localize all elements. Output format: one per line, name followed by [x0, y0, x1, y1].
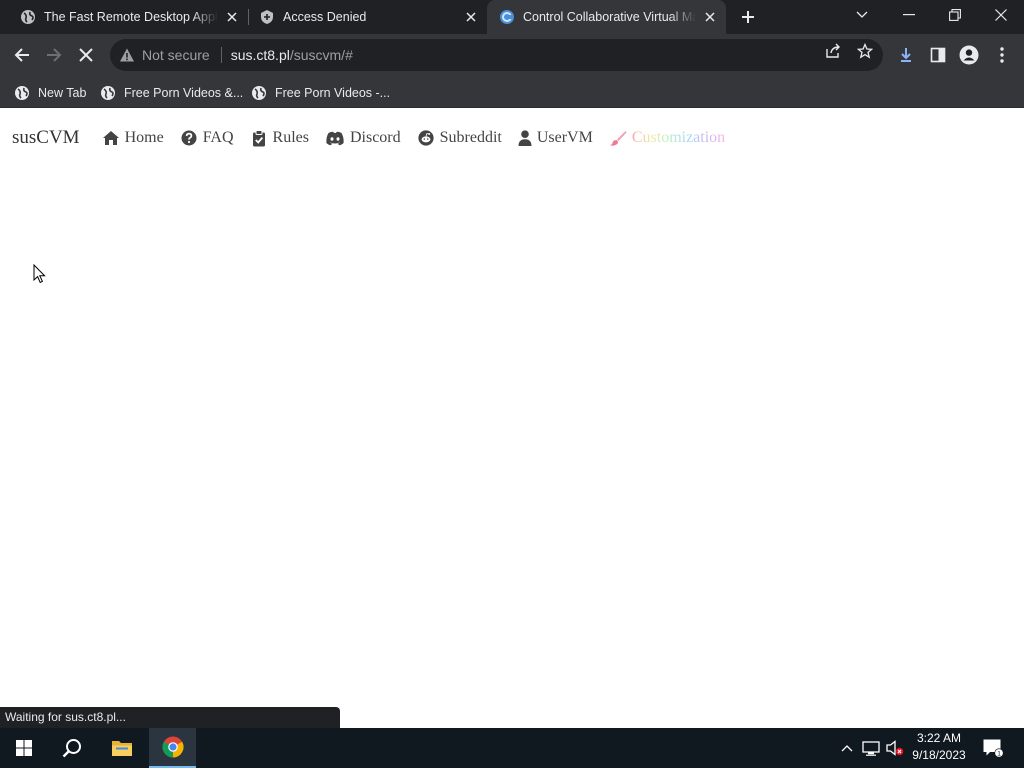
taskbar-search-button[interactable]: [48, 728, 96, 768]
bookmarks-bar: New Tab Free Porn Videos &... Free Porn …: [0, 77, 1024, 108]
close-tab-icon[interactable]: [702, 9, 718, 25]
mouse-cursor: [33, 263, 46, 289]
nav-uservm[interactable]: UserVM: [518, 129, 593, 147]
home-icon: [102, 129, 120, 147]
divider: [220, 47, 222, 63]
stop-icon: [79, 48, 93, 62]
tab-title: Access Denied: [283, 10, 367, 24]
question-circle-icon: [180, 129, 198, 147]
notification-icon: 1: [983, 739, 1004, 758]
tab-title: The Fast Remote Desktop Application: [44, 10, 218, 24]
chrome-icon: [161, 736, 184, 758]
address-bar[interactable]: Not secure sus.ct8.pl/suscvm/#: [110, 39, 883, 71]
nav-subreddit[interactable]: Subreddit: [417, 129, 502, 147]
start-button[interactable]: [0, 728, 48, 768]
nav-label: FAQ: [202, 129, 234, 146]
nav-label: Discord: [349, 129, 401, 146]
forward-button[interactable]: [40, 41, 68, 69]
notification-count: 1: [997, 750, 1001, 757]
nav-label: Customization: [631, 129, 726, 146]
reddit-icon: [417, 129, 435, 147]
security-label[interactable]: Not secure: [142, 47, 210, 63]
stop-loading-button[interactable]: [72, 41, 100, 69]
url-host: sus.ct8.pl: [230, 47, 290, 63]
taskbar-chrome[interactable]: [149, 728, 196, 768]
paintbrush-icon: [609, 129, 627, 147]
taskbar-file-explorer[interactable]: [98, 728, 146, 768]
share-icon[interactable]: [824, 42, 842, 60]
bookmark-free-porn-videos-1[interactable]: Free Porn Videos &...: [100, 82, 243, 104]
bookmark-label: New Tab: [38, 86, 87, 100]
clock-date: 9/18/2023: [912, 748, 966, 762]
url-path: /suscvm/#: [289, 47, 353, 63]
bookmark-new-tab[interactable]: New Tab: [14, 82, 86, 104]
back-button[interactable]: [8, 41, 36, 69]
bookmark-label: Free Porn Videos &...: [124, 86, 244, 100]
profile-avatar-icon[interactable]: [959, 45, 979, 65]
nav-label: Subreddit: [439, 129, 502, 146]
tab-title: Control Collaborative Virtual Machines: [523, 10, 696, 24]
clock-time: 3:22 AM: [916, 731, 962, 745]
close-window-button[interactable]: [978, 0, 1024, 30]
windows-logo-icon: [16, 740, 32, 756]
plus-icon: [742, 11, 754, 23]
windows-taskbar: 3:22 AM 9/18/2023 1: [0, 728, 1024, 768]
tab-control-collaborative-vms[interactable]: Control Collaborative Virtual Machines: [487, 0, 726, 34]
user-icon: [518, 129, 532, 147]
arrow-right-icon: [47, 48, 62, 62]
side-panel-icon[interactable]: [928, 45, 948, 65]
browser-tab-strip: The Fast Remote Desktop Application Acce…: [0, 0, 1024, 34]
nav-discord[interactable]: Discord: [325, 129, 401, 147]
nav-home[interactable]: Home: [102, 129, 164, 147]
web-page: susCVM Home FAQ Rules Discord Subreddit …: [0, 109, 1024, 728]
close-tab-icon[interactable]: [224, 9, 240, 25]
close-icon: [995, 9, 1007, 21]
more-menu-icon[interactable]: [992, 45, 1012, 65]
taskbar-clock[interactable]: 3:22 AM 9/18/2023: [906, 730, 972, 766]
globe-icon: [20, 9, 36, 25]
status-bubble: Waiting for sus.ct8.pl...: [0, 707, 340, 728]
arrow-left-icon: [14, 48, 29, 62]
nav-customization[interactable]: Customization: [609, 129, 725, 147]
restore-icon: [949, 9, 961, 21]
minimize-button[interactable]: [886, 0, 932, 30]
bookmark-label: Free Porn Videos -...: [275, 86, 391, 100]
cvm-favicon: [499, 9, 515, 25]
new-tab-button[interactable]: [737, 6, 759, 28]
access-denied-favicon: [259, 9, 275, 25]
chevron-down-icon: [856, 11, 868, 18]
nav-faq[interactable]: FAQ: [180, 129, 234, 147]
nav-label: UserVM: [536, 129, 593, 146]
globe-icon: [100, 85, 116, 101]
discord-icon: [325, 129, 345, 147]
tab-fast-remote-desktop[interactable]: The Fast Remote Desktop Application: [0, 0, 248, 34]
nav-label: Rules: [272, 129, 309, 146]
minimize-icon: [903, 14, 915, 16]
star-icon[interactable]: [856, 42, 874, 60]
site-brand[interactable]: susCVM: [12, 127, 80, 149]
warning-icon[interactable]: [119, 47, 135, 63]
restore-button[interactable]: [932, 0, 978, 30]
extension-download-icon[interactable]: [896, 45, 916, 65]
tab-search-button[interactable]: [840, 0, 884, 30]
close-tab-icon[interactable]: [463, 9, 479, 25]
network-icon[interactable]: [862, 739, 880, 757]
clipboard-check-icon: [250, 129, 268, 147]
globe-icon: [251, 85, 267, 101]
show-hidden-icons-chevron-icon[interactable]: [838, 739, 856, 757]
browser-toolbar: Not secure sus.ct8.pl/suscvm/#: [0, 34, 1024, 77]
folder-icon: [112, 741, 132, 756]
nav-label: Home: [124, 129, 164, 146]
tab-access-denied[interactable]: Access Denied: [249, 0, 487, 34]
bookmark-free-porn-videos-2[interactable]: Free Porn Videos -...: [251, 82, 390, 104]
site-navbar: susCVM Home FAQ Rules Discord Subreddit …: [12, 127, 741, 149]
volume-muted-icon[interactable]: [886, 739, 904, 757]
globe-icon: [14, 85, 30, 101]
search-icon: [62, 739, 81, 758]
action-center-button[interactable]: 1: [982, 738, 1004, 758]
nav-rules[interactable]: Rules: [250, 129, 309, 147]
